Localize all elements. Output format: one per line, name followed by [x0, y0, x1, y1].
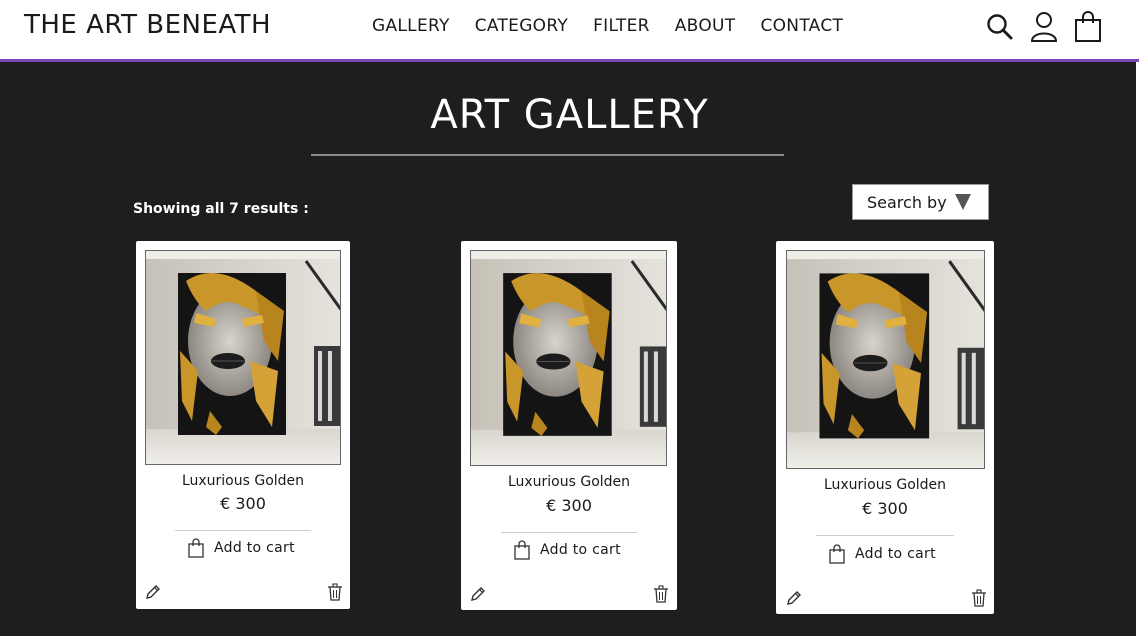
card-divider [816, 535, 954, 536]
card-divider [501, 532, 637, 533]
brand-logo[interactable]: THE ART BENEATH [24, 10, 271, 40]
nav-category[interactable]: CATEGORY [475, 16, 568, 36]
edit-icon[interactable] [785, 589, 803, 607]
add-to-cart-button[interactable]: Add to cart [188, 538, 295, 558]
product-name[interactable]: Luxurious Golden [461, 474, 677, 490]
nav-about[interactable]: ABOUT [675, 16, 736, 36]
delete-icon[interactable] [970, 589, 988, 607]
add-to-cart-button[interactable]: Add to cart [514, 540, 621, 560]
title-divider [311, 154, 784, 156]
nav-filter[interactable]: FILTER [593, 16, 650, 36]
search-by-dropdown[interactable]: Search by [852, 184, 989, 220]
header-icons [985, 10, 1103, 44]
edit-icon[interactable] [469, 585, 487, 603]
triangle-down-icon [954, 194, 971, 210]
add-to-cart-label: Add to cart [855, 546, 936, 562]
product-name[interactable]: Luxurious Golden [776, 477, 994, 493]
product-image[interactable] [470, 250, 667, 466]
shopping-bag-icon [829, 544, 845, 564]
delete-icon[interactable] [326, 583, 344, 601]
main-nav: GALLERY CATEGORY FILTER ABOUT CONTACT [372, 16, 843, 36]
nav-contact[interactable]: CONTACT [760, 16, 843, 36]
add-to-cart-button[interactable]: Add to cart [829, 544, 936, 564]
results-count: Showing all 7 results : [133, 201, 309, 217]
add-to-cart-label: Add to cart [214, 540, 295, 556]
product-image[interactable] [145, 250, 341, 465]
add-to-cart-label: Add to cart [540, 542, 621, 558]
edit-icon[interactable] [144, 583, 162, 601]
page-title: ART GALLERY [430, 92, 709, 138]
user-icon[interactable] [1029, 10, 1059, 44]
product-card[interactable]: Luxurious Golden € 300 Add to cart [776, 241, 994, 614]
product-name[interactable]: Luxurious Golden [136, 473, 350, 489]
product-price: € 300 [546, 496, 592, 515]
shopping-bag-icon [188, 538, 204, 558]
shopping-bag-icon [514, 540, 530, 560]
delete-icon[interactable] [652, 585, 670, 603]
site-header: THE ART BENEATH GALLERY CATEGORY FILTER … [0, 0, 1139, 62]
nav-gallery[interactable]: GALLERY [372, 16, 450, 36]
card-divider [175, 530, 311, 531]
shopping-bag-icon[interactable] [1073, 10, 1103, 44]
product-image[interactable] [786, 250, 985, 469]
product-price: € 300 [862, 499, 908, 518]
product-card[interactable]: Luxurious Golden € 300 Add to cart [136, 241, 350, 609]
search-icon[interactable] [985, 10, 1015, 44]
product-price: € 300 [220, 494, 266, 513]
product-card[interactable]: Luxurious Golden € 300 Add to cart [461, 241, 677, 610]
search-by-label: Search by [867, 192, 947, 212]
